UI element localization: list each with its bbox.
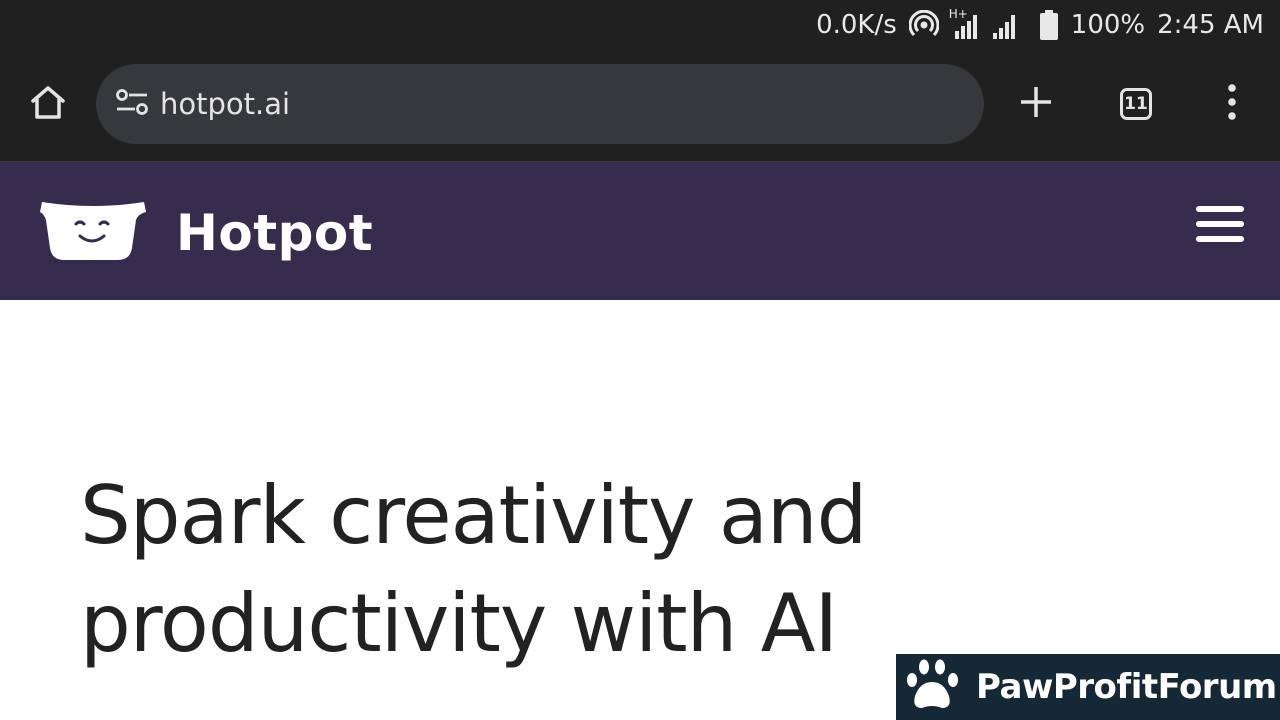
net-speed: 0.0K/s — [816, 10, 897, 40]
site-header: Hotpot — [0, 162, 1280, 300]
battery-level: 100% — [1070, 10, 1146, 40]
clock: 2:45 AM — [1157, 10, 1264, 40]
hamburger-menu-icon — [1196, 206, 1244, 242]
network-type: H+ — [948, 7, 968, 21]
watermark-banner: PawProfitForum — [896, 654, 1280, 720]
plus-icon — [1018, 84, 1054, 125]
url-text[interactable]: hotpot.ai — [160, 64, 290, 144]
status-icons: 0.0K/s H+ 100% 2:45 AM — [816, 0, 1264, 50]
paw-icon — [904, 658, 962, 717]
brand-name: Hotpot — [176, 203, 374, 262]
signal-icon: H+ — [949, 7, 1027, 39]
address-bar[interactable]: hotpot.ai — [96, 64, 984, 144]
site-settings-button[interactable] — [108, 80, 156, 128]
site-logo[interactable]: Hotpot — [38, 198, 373, 267]
hotpot-logo-icon — [38, 198, 148, 267]
battery-icon — [1039, 10, 1059, 40]
hero-title-line-2: productivity with AI — [80, 577, 838, 670]
browser-toolbar: hotpot.ai 11 — [0, 50, 1280, 162]
tab-count: 11 — [1120, 88, 1152, 120]
status-bar: 0.0K/s H+ 100% 2:45 AM — [0, 0, 1280, 50]
hotspot-icon — [908, 10, 939, 40]
hamburger-menu-button[interactable] — [1196, 206, 1244, 250]
hero-title: Spark creativity and productivity with A… — [80, 462, 980, 678]
tab-switcher-button[interactable]: 11 — [1112, 80, 1160, 128]
new-tab-button[interactable] — [1012, 80, 1060, 128]
home-button[interactable] — [24, 80, 72, 128]
more-vert-icon — [1226, 83, 1238, 125]
home-icon — [28, 82, 68, 127]
site-settings-icon — [115, 88, 149, 121]
hero-title-line-1: Spark creativity and — [80, 469, 867, 562]
watermark-text: PawProfitForum — [976, 667, 1277, 707]
browser-menu-button[interactable] — [1208, 80, 1256, 128]
